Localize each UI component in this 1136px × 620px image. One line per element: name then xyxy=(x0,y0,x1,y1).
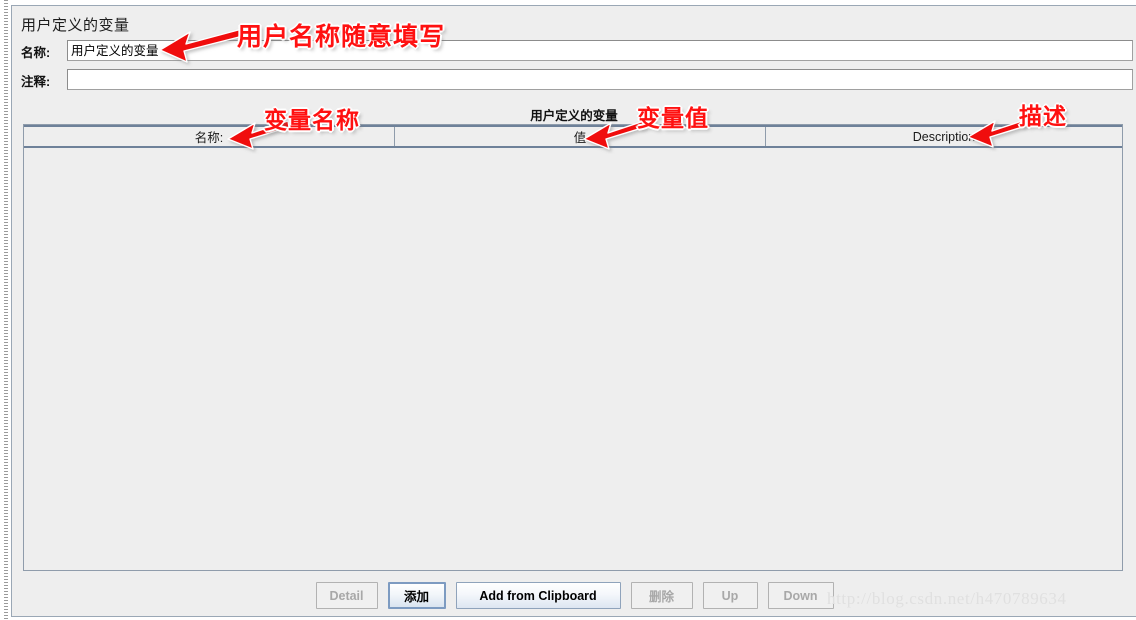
variables-table-header-row: 名称: 值 Description xyxy=(24,125,1122,148)
add-from-clipboard-button[interactable]: Add from Clipboard xyxy=(455,582,621,609)
name-input[interactable]: 用户定义的变量 xyxy=(67,40,1133,61)
comment-input[interactable] xyxy=(67,69,1133,90)
name-form-row: 名称: 用户定义的变量 xyxy=(21,40,1133,61)
name-label: 名称: xyxy=(21,46,51,60)
variables-table-caption: 用户定义的变量 xyxy=(530,109,618,123)
user-defined-variables-panel: 用户定义的变量 名称: 用户定义的变量 注释: 用户定义的变量 名称: 值 De… xyxy=(11,5,1136,617)
comment-label: 注释: xyxy=(21,75,51,89)
annotation-label-column-description: 描述 xyxy=(1019,104,1067,130)
annotation-label-column-value: 变量值 xyxy=(637,106,709,132)
watermark-text: http://blog.csdn.net/h470789634 xyxy=(827,589,1067,608)
split-pane-divider[interactable] xyxy=(4,0,8,620)
column-header-description[interactable]: Description xyxy=(766,127,1122,146)
page-title: 用户定义的变量 xyxy=(21,17,130,34)
user-defined-variables-window: 用户定义的变量 名称: 用户定义的变量 注释: 用户定义的变量 名称: 值 De… xyxy=(0,0,1136,620)
annotation-label-column-name: 变量名称 xyxy=(264,108,360,134)
move-up-button[interactable]: Up xyxy=(702,582,758,609)
variables-table-body[interactable] xyxy=(24,148,1122,567)
add-button[interactable]: 添加 xyxy=(387,582,446,609)
column-header-value[interactable]: 值 xyxy=(395,127,766,146)
move-down-button[interactable]: Down xyxy=(767,582,834,609)
annotation-label-name-field: 用户名称随意填写 xyxy=(237,22,446,51)
comment-form-row: 注释: xyxy=(21,69,1133,90)
variables-table: 名称: 值 Description xyxy=(23,124,1123,571)
delete-button[interactable]: 删除 xyxy=(630,582,693,609)
detail-button[interactable]: Detail xyxy=(315,582,378,609)
